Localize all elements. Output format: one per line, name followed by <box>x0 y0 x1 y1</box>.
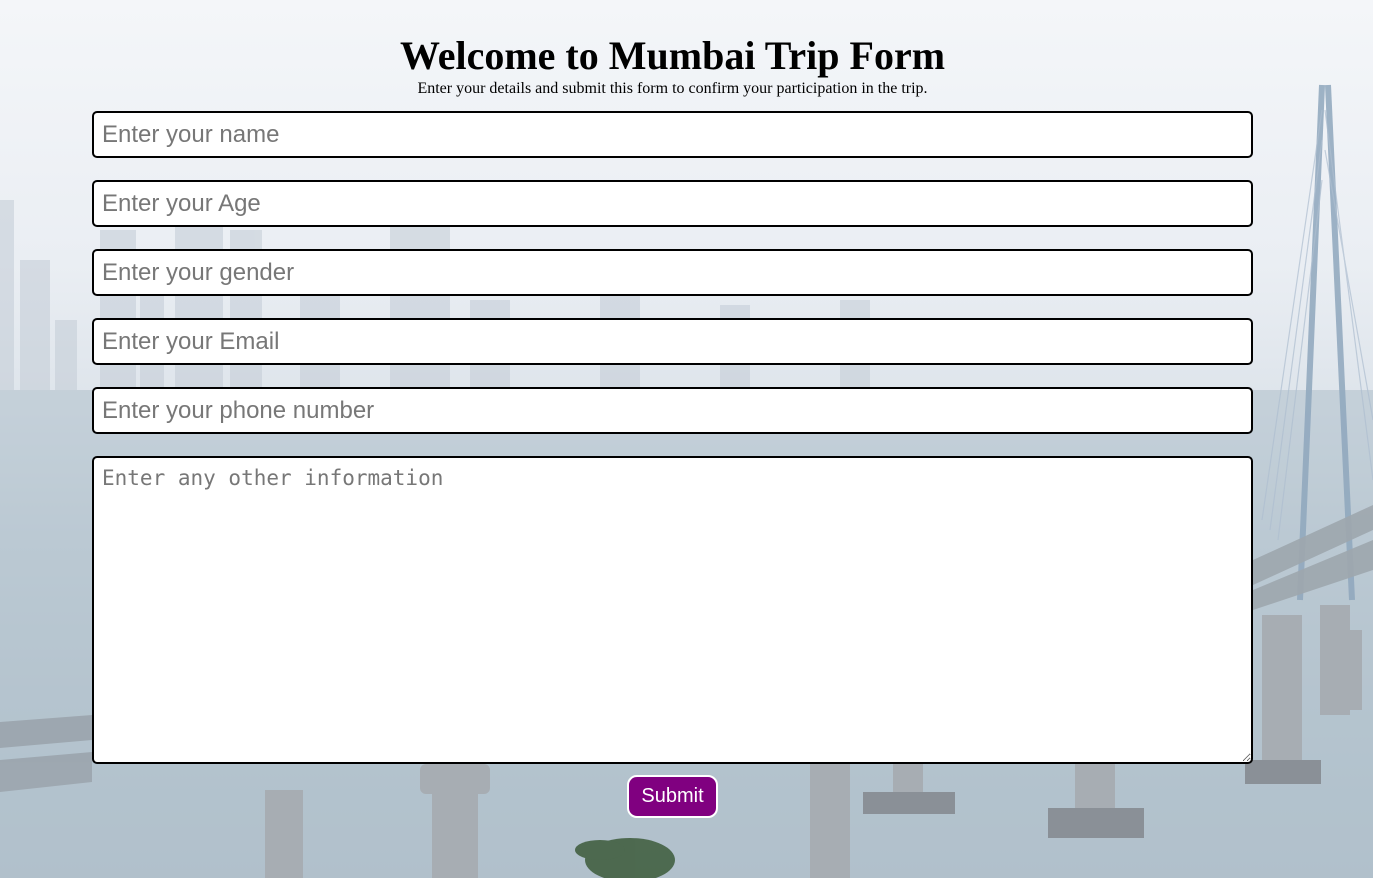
page-subtitle: Enter your details and submit this form … <box>417 80 928 97</box>
email-input[interactable] <box>92 318 1253 365</box>
phone-input[interactable] <box>92 387 1253 434</box>
form-container: Welcome to Mumbai Trip Form Enter your d… <box>0 0 1373 878</box>
page-title: Welcome to Mumbai Trip Form <box>399 33 946 78</box>
name-input[interactable] <box>92 111 1253 158</box>
gender-input[interactable] <box>92 249 1253 296</box>
other-information-textarea[interactable] <box>92 456 1253 764</box>
submit-button[interactable]: Submit <box>627 775 718 818</box>
age-input[interactable] <box>92 180 1253 227</box>
